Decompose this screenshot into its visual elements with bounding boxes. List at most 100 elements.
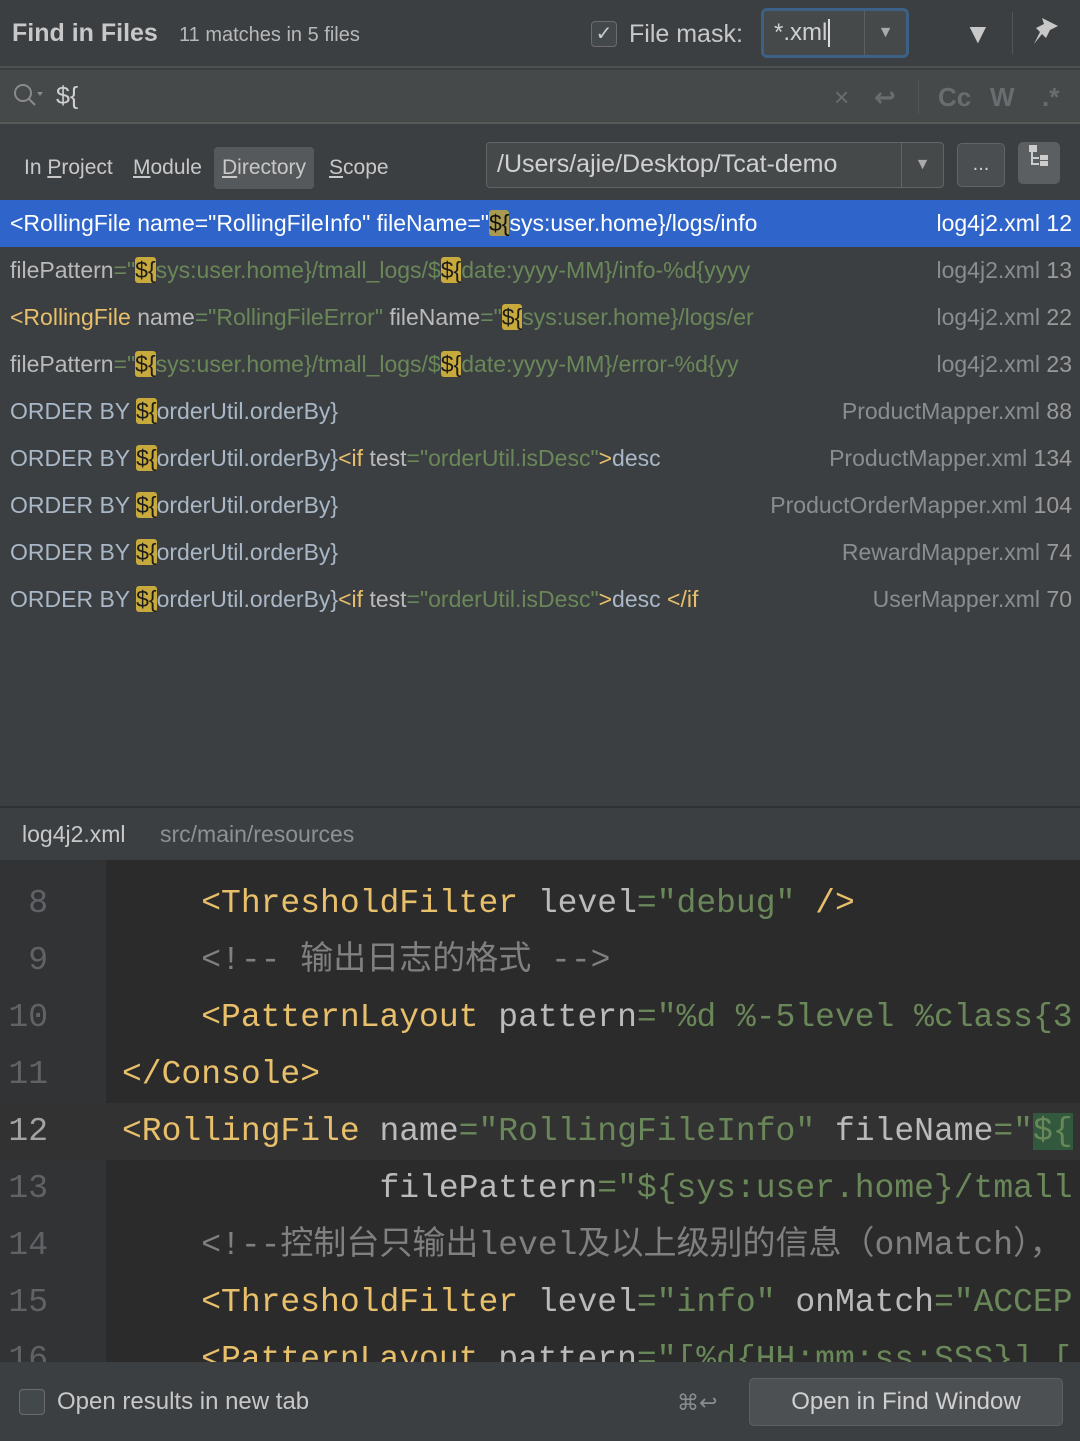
line-number: 10	[8, 999, 48, 1036]
result-location: UserMapper.xml 70	[868, 576, 1072, 623]
chevron-down-icon[interactable]: ▼	[901, 143, 943, 187]
code-fragment: ="	[480, 304, 502, 330]
search-icon[interactable]	[12, 82, 46, 117]
filter-icon[interactable]: ▼	[964, 18, 992, 50]
code-text: <!--控制台只输出level及以上级别的信息（onMatch），	[122, 1217, 1062, 1274]
result-row[interactable]: filePattern="${sys:user.home}/tmall_logs…	[0, 247, 1080, 294]
preview-editor[interactable]: 8 <ThresholdFilter level="debug" /> 9 <!-…	[0, 860, 1080, 1362]
browse-button[interactable]: ...	[957, 143, 1005, 187]
tab-mnemonic: M	[133, 156, 151, 179]
tab-in-project[interactable]: In Project	[16, 147, 121, 189]
code-fragment: ="	[113, 257, 136, 283]
code-fragment: >	[598, 586, 613, 612]
code-fragment: ORDER BY	[10, 539, 137, 565]
code-fragment: <RollingFile	[10, 304, 131, 330]
code-token: ="ACCEP	[933, 1284, 1073, 1321]
tab-label: cope	[343, 156, 389, 179]
code-line[interactable]: 15 <ThresholdFilter level="info" onMatch…	[0, 1274, 1080, 1331]
file-mask-input[interactable]: *.xml	[774, 19, 831, 47]
code-fragment: sys:user.home}/tmall_logs/$	[155, 257, 441, 283]
result-row[interactable]: <RollingFile name="RollingFileInfo" file…	[0, 200, 1080, 247]
result-file: ProductMapper.xml	[829, 445, 1028, 471]
code-fragment: desc	[612, 586, 668, 612]
code-fragment: >	[598, 445, 613, 471]
regex-toggle[interactable]: .*	[1042, 82, 1059, 113]
search-input[interactable]: ${	[56, 82, 78, 111]
directory-input[interactable]: /Users/ajie/Desktop/Tcat-demo	[497, 150, 837, 179]
code-fragment: sys:user.home}/logs/er	[522, 304, 754, 330]
result-row[interactable]: filePattern="${sys:user.home}/tmall_logs…	[0, 341, 1080, 388]
result-location: ProductMapper.xml 134	[825, 435, 1072, 482]
pin-icon[interactable]	[1032, 16, 1060, 53]
tab-scope[interactable]: Scope	[321, 147, 397, 189]
words-toggle[interactable]: W	[990, 82, 1015, 113]
code-line[interactable]: 12 <RollingFile name="RollingFileInfo" fi…	[0, 1103, 1080, 1160]
open-new-tab-label[interactable]: Open results in new tab	[57, 1388, 309, 1416]
dialog-title: Find in Files	[12, 19, 158, 47]
code-text: <RollingFile name="RollingFileInfo" file…	[122, 1103, 1073, 1160]
footer: Open results in new tab ⌘↩ Open in Find …	[0, 1362, 1080, 1441]
code-fragment: <if	[338, 445, 364, 471]
recursive-tree-icon[interactable]	[1018, 142, 1060, 184]
code-token: </Console>	[122, 1056, 321, 1093]
result-row[interactable]: ORDER BY ${orderUtil.orderBy} ProductOrde…	[0, 482, 1080, 529]
tab-label: irectory	[237, 156, 307, 179]
code-line[interactable]: 16 <PatternLayout pattern="[%d{HH:mm:ss:…	[0, 1331, 1080, 1362]
file-mask-combo[interactable]: *.xml ▼	[761, 8, 909, 58]
code-token: <ThresholdFilter	[122, 1284, 519, 1321]
result-location: ProductOrderMapper.xml 104	[766, 482, 1072, 529]
open-new-tab-checkbox[interactable]	[19, 1389, 45, 1415]
code-line[interactable]: 14 <!--控制台只输出level及以上级别的信息（onMatch），	[0, 1217, 1080, 1274]
chevron-down-icon[interactable]: ▼	[864, 11, 906, 55]
result-row[interactable]: ORDER BY ${orderUtil.orderBy} ProductMapp…	[0, 388, 1080, 435]
code-fragment: <RollingFile name="RollingFileInfo" file…	[10, 210, 489, 236]
code-line[interactable]: 8 <ThresholdFilter level="debug" />	[0, 875, 1080, 932]
match-highlight: ${	[440, 257, 462, 283]
result-row[interactable]: <RollingFile name="RollingFileError" fil…	[0, 294, 1080, 341]
code-fragment: sys:user.home}/logs/info	[509, 210, 758, 236]
match-count: 11 matches in 5 files	[179, 24, 360, 46]
code-text: </Console>	[122, 1046, 320, 1103]
tab-directory[interactable]: Directory	[214, 147, 315, 189]
directory-combo[interactable]: /Users/ajie/Desktop/Tcat-demo ▼	[486, 142, 944, 188]
code-fragment: name	[130, 304, 195, 330]
code-line[interactable]: 9 <!-- 输出日志的格式 -->	[0, 932, 1080, 989]
result-code: filePattern="${sys:user.home}/tmall_logs…	[10, 247, 750, 294]
result-location: log4j2.xml 12	[932, 200, 1072, 247]
match-case-toggle[interactable]: Cc	[938, 82, 971, 113]
result-file: log4j2.xml	[936, 257, 1041, 283]
file-mask-checkbox[interactable]: ✓	[591, 21, 617, 47]
code-line[interactable]: 13 filePattern="${sys:user.home}/tmall	[0, 1160, 1080, 1217]
code-fragment: orderUtil.orderBy}	[156, 398, 339, 424]
code-fragment: desc	[612, 445, 661, 471]
match-highlight: ${	[135, 351, 156, 377]
match-highlight: ${	[488, 210, 510, 236]
result-row[interactable]: ORDER BY ${orderUtil.orderBy} RewardMappe…	[0, 529, 1080, 576]
code-line[interactable]: 10 <PatternLayout pattern="%d %-5level %…	[0, 989, 1080, 1046]
match-highlight: ${	[501, 304, 523, 330]
code-token: ="debug"	[636, 885, 796, 922]
clear-icon[interactable]: ×	[834, 82, 849, 113]
result-file: RewardMapper.xml	[841, 539, 1041, 565]
code-token: <PatternLayout	[122, 1341, 479, 1362]
code-line[interactable]: 11 </Console>	[0, 1046, 1080, 1103]
result-code: ORDER BY ${orderUtil.orderBy}	[10, 388, 338, 435]
line-number: 13	[8, 1170, 48, 1207]
newline-icon[interactable]: ↩	[874, 82, 896, 113]
result-line-number: 13	[1046, 257, 1072, 283]
code-token: ="%d %-5level %class{3	[636, 999, 1073, 1036]
match-highlight: ${	[136, 398, 157, 424]
result-code: <RollingFile name="RollingFileError" fil…	[10, 294, 754, 341]
code-token: <!-- 输出日志的格式 -->	[122, 942, 611, 979]
code-token: ="info"	[636, 1284, 776, 1321]
tab-module[interactable]: Module	[125, 147, 210, 189]
code-text: filePattern="${sys:user.home}/tmall	[122, 1160, 1072, 1217]
result-row[interactable]: ORDER BY ${orderUtil.orderBy}<if test="o…	[0, 576, 1080, 623]
line-number: 11	[8, 1056, 48, 1093]
code-token: onMatch	[775, 1284, 934, 1321]
open-in-find-window-button[interactable]: Open in Find Window	[749, 1378, 1063, 1426]
result-line-number: 74	[1046, 539, 1072, 565]
result-row[interactable]: ORDER BY ${orderUtil.orderBy}<if test="o…	[0, 435, 1080, 482]
line-number: 8	[28, 885, 48, 922]
code-token: pattern	[478, 999, 637, 1036]
